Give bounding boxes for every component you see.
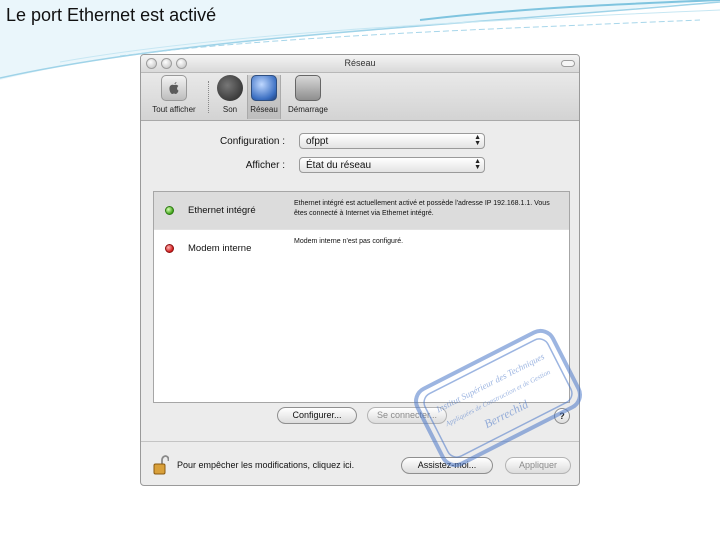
status-red-icon xyxy=(165,244,174,253)
status-green-icon xyxy=(165,206,174,215)
port-description: Ethernet intégré est actuellement activé… xyxy=(294,200,550,217)
popup-arrows-icon: ▲ ▼ xyxy=(474,158,481,171)
list-item-modem[interactable]: Modem interne Modem interne n'est pas co… xyxy=(154,230,569,268)
toolbar-item-show-all[interactable]: Tout afficher xyxy=(145,75,203,119)
list-item-ethernet[interactable]: Ethernet intégré Ethernet intégré est ac… xyxy=(154,192,569,230)
toolbar-item-demarrage[interactable]: Démarrage xyxy=(285,75,331,119)
window-title: Réseau xyxy=(344,58,376,68)
title-bar: Réseau xyxy=(141,55,579,73)
toolbar-item-son[interactable]: Son xyxy=(215,75,245,119)
port-name: Ethernet intégré xyxy=(188,205,256,216)
configure-button[interactable]: Configurer... xyxy=(277,407,357,424)
toolbar-item-label: Son xyxy=(222,105,238,114)
configuration-popup[interactable]: ofppt ▲ ▼ xyxy=(299,133,485,149)
toolbar-item-label: Démarrage xyxy=(287,105,328,114)
popup-arrows-icon: ▲ ▼ xyxy=(474,134,481,147)
show-popup[interactable]: État du réseau ▲ ▼ xyxy=(299,157,485,173)
port-description: Modem interne n'est pas configuré. xyxy=(294,238,404,245)
startup-disk-icon xyxy=(295,75,321,101)
slide-title: Le port Ethernet est activé xyxy=(6,5,217,25)
toolbar: Tout afficher Son Réseau Démarrage xyxy=(141,73,579,121)
show-value: État du réseau xyxy=(306,160,372,171)
network-globe-icon xyxy=(251,75,277,101)
show-row: Afficher : État du réseau ▲ ▼ xyxy=(141,157,579,175)
port-name: Modem interne xyxy=(188,243,252,254)
apply-button[interactable]: Appliquer xyxy=(505,457,571,474)
configuration-value: ofppt xyxy=(306,136,329,147)
toolbar-separator xyxy=(208,81,209,113)
configuration-row: Configuration : ofppt ▲ ▼ xyxy=(141,133,579,151)
show-label: Afficher : xyxy=(245,160,285,171)
speaker-icon xyxy=(217,75,243,101)
lock-message[interactable]: Pour empêcher les modifications, cliquez… xyxy=(177,460,354,470)
apple-icon xyxy=(161,75,187,101)
lock-icon[interactable] xyxy=(153,455,169,475)
toolbar-item-reseau[interactable]: Réseau xyxy=(247,75,281,119)
toolbar-item-label: Réseau xyxy=(250,105,278,114)
toolbar-toggle-button[interactable] xyxy=(561,60,575,67)
toolbar-item-label: Tout afficher xyxy=(152,105,196,114)
configuration-label: Configuration : xyxy=(219,136,285,147)
